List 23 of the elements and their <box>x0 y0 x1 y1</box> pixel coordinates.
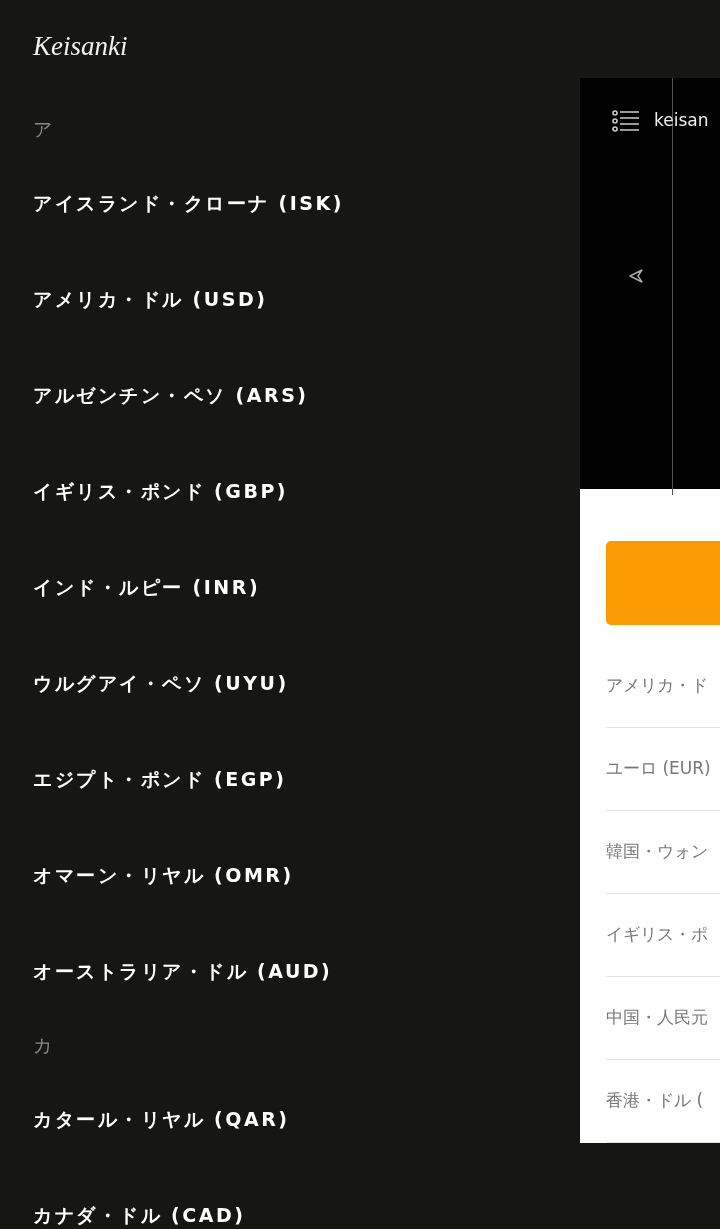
currency-item[interactable]: インド・ルピー (INR) <box>33 572 261 602</box>
app-title: Keisanki <box>33 31 128 61</box>
app-title: keisan <box>654 109 709 132</box>
currency-row[interactable]: 中国・人民元 <box>606 1005 708 1031</box>
currency-item[interactable]: アルゼンチン・ペソ (ARS) <box>33 380 309 410</box>
currency-item[interactable]: イギリス・ポンド (GBP) <box>33 476 288 506</box>
menu-icon[interactable] <box>612 108 640 133</box>
currency-item[interactable]: オマーン・リヤル (OMR) <box>33 860 294 890</box>
currency-row[interactable]: イギリス・ポ <box>606 922 708 948</box>
currency-item[interactable]: カタール・リヤル (QAR) <box>33 1104 290 1134</box>
currency-item[interactable]: アメリカ・ドル (USD) <box>33 284 268 314</box>
currency-item[interactable]: エジプト・ポンド (EGP) <box>33 764 287 794</box>
currency-row[interactable]: アメリカ・ド <box>606 673 708 699</box>
currency-item[interactable]: カナダ・ドル (CAD) <box>33 1200 246 1229</box>
back-arrow-icon[interactable] <box>628 268 644 284</box>
section-heading: カ <box>33 1032 52 1058</box>
currency-row[interactable]: 香港・ドル ( <box>606 1088 704 1114</box>
currency-row[interactable]: 韓国・ウォン <box>606 839 708 865</box>
currency-item[interactable]: オーストラリア・ドル (AUD) <box>33 956 333 986</box>
currency-row[interactable]: ユーロ (EUR) <box>606 756 711 782</box>
currency-item[interactable]: アイスランド・クローナ (ISK) <box>33 188 344 218</box>
currency-item[interactable]: ウルグアイ・ペソ (UYU) <box>33 668 289 698</box>
section-heading: ア <box>33 116 52 142</box>
